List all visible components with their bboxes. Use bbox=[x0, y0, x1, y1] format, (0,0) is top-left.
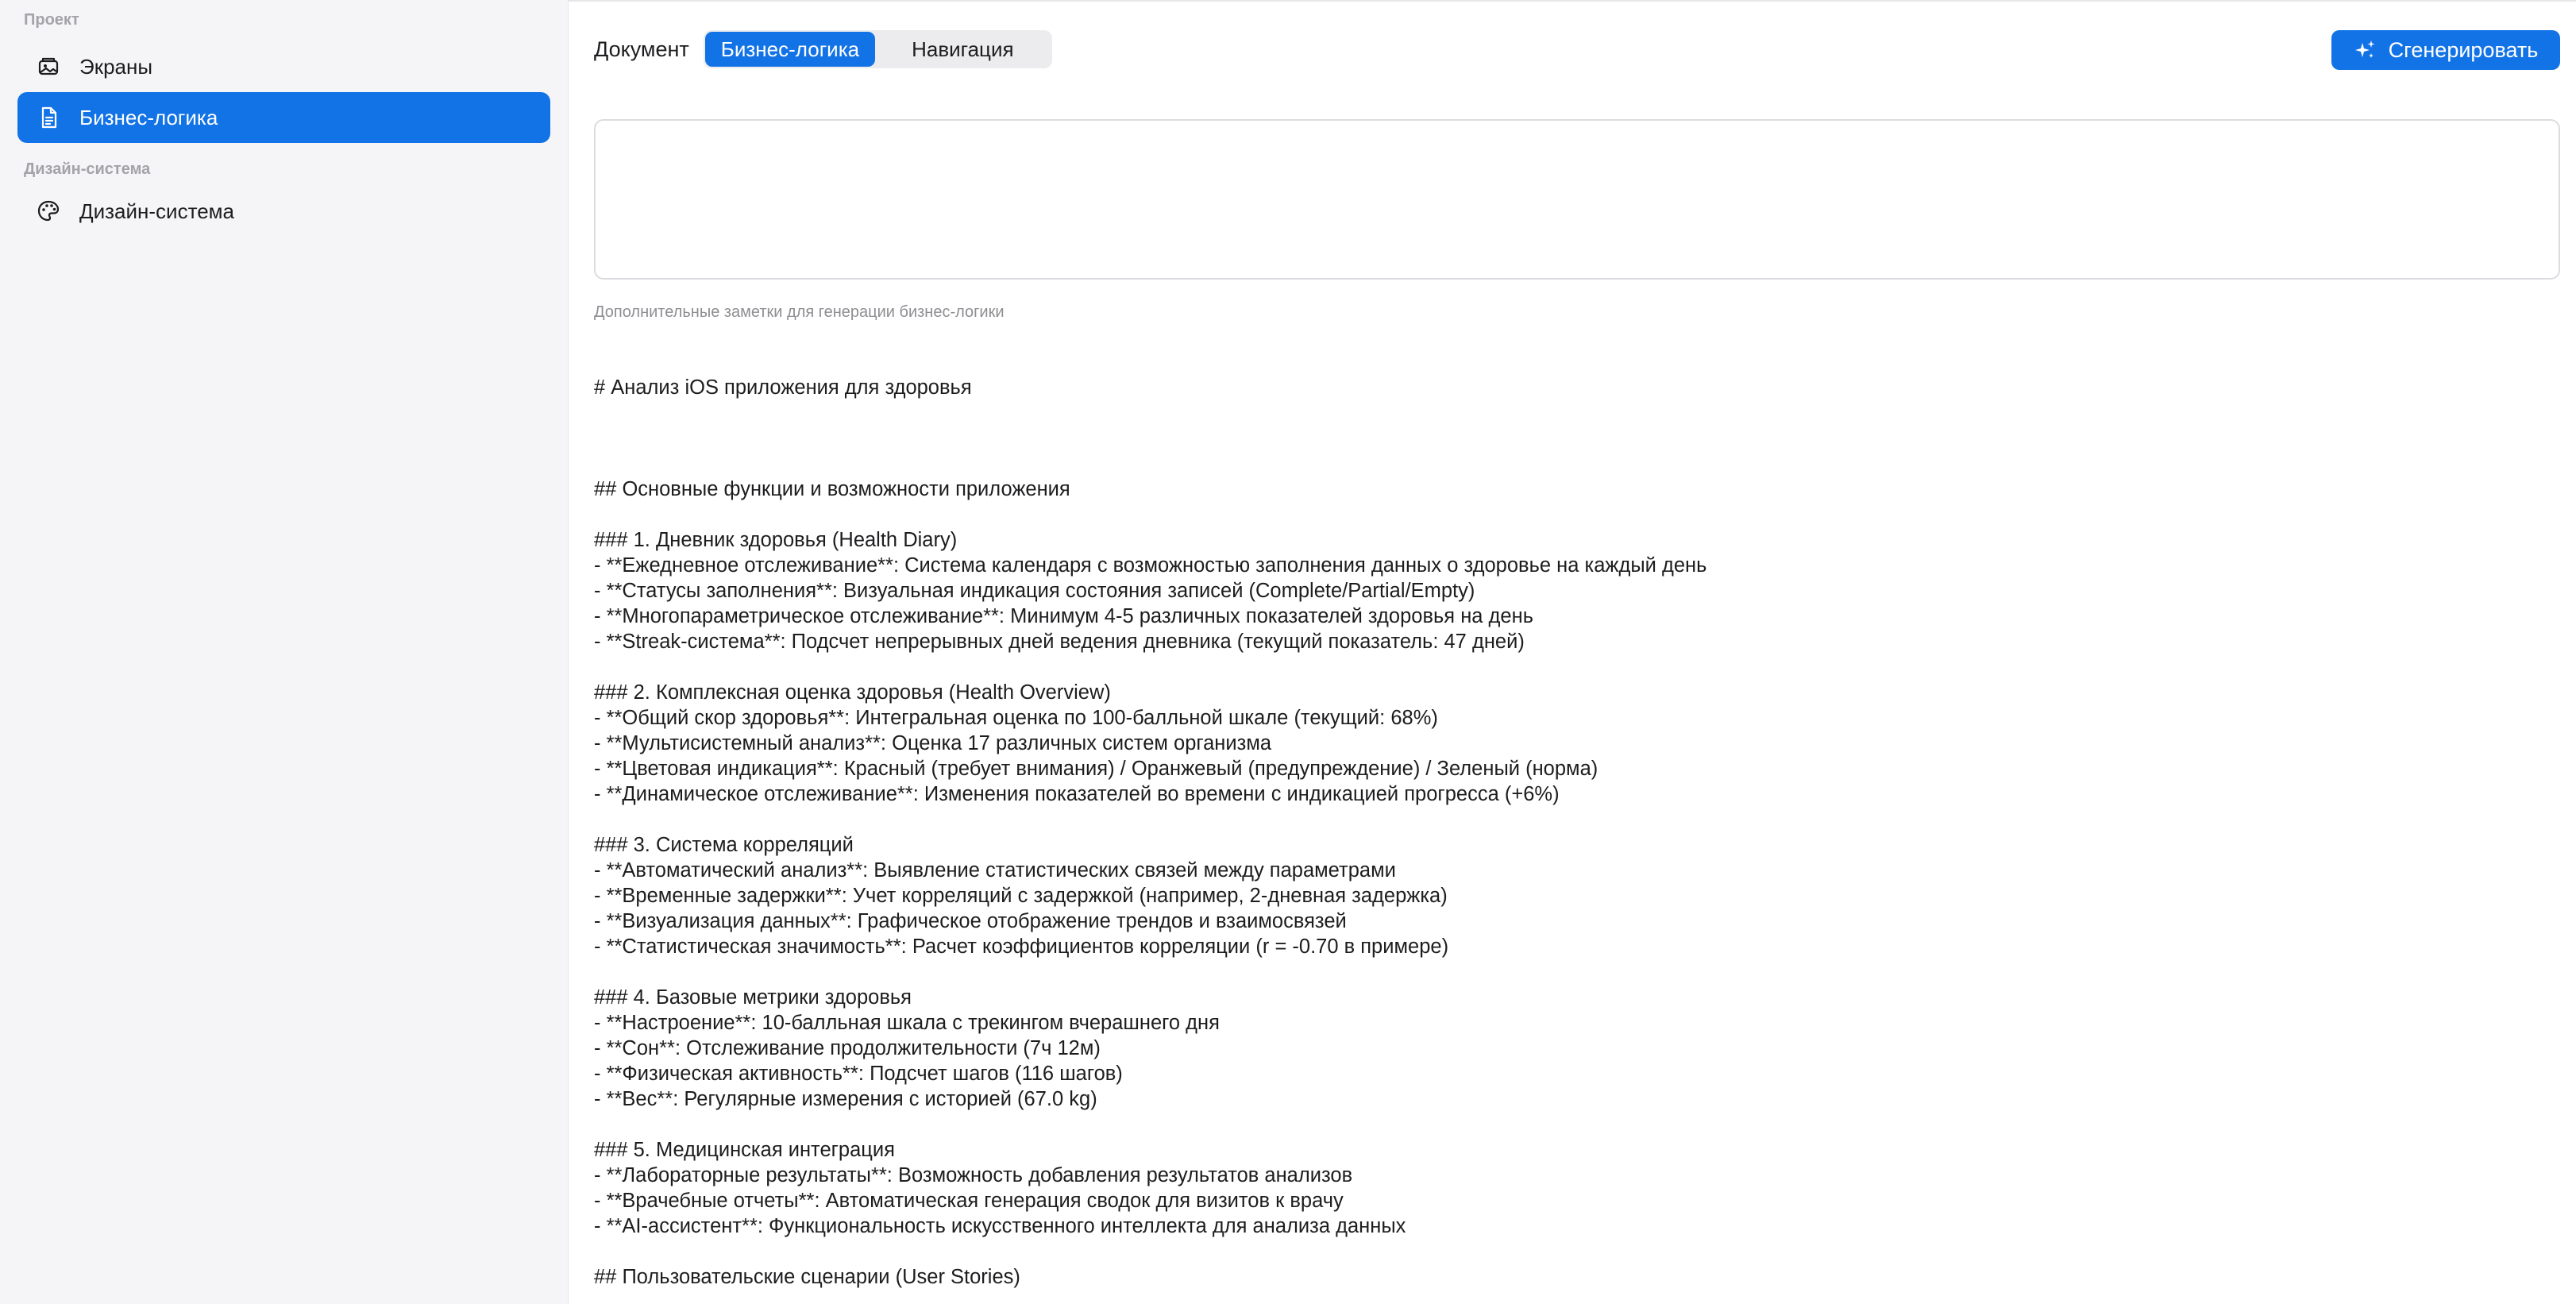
document-line: - **Многопараметрическое отслеживание**:… bbox=[594, 605, 1533, 627]
document-line: - **Физическая активность**: Подсчет шаг… bbox=[594, 1063, 1123, 1085]
palette-icon bbox=[35, 198, 62, 225]
document-line: - **Общий скор здоровья**: Интегральная … bbox=[594, 707, 1438, 729]
sidebar-section-design: Дизайн-система bbox=[24, 160, 151, 178]
document-line: - **Автоматический анализ**: Выявление с… bbox=[594, 859, 1396, 882]
document-line: - **Динамическое отслеживание**: Изменен… bbox=[594, 783, 1560, 805]
sparkles-icon bbox=[2354, 38, 2377, 62]
document-line: ### 1. Дневник здоровья (Health Diary) bbox=[594, 529, 958, 551]
sidebar-item-label: Бизнес-логика bbox=[79, 105, 218, 129]
tab-navigation[interactable]: Навигация bbox=[875, 32, 1050, 67]
document-line: - **Мультисистемный анализ**: Оценка 17 … bbox=[594, 732, 1272, 754]
document-line: ### 2. Комплексная оценка здоровья (Heal… bbox=[594, 681, 1111, 704]
document-line: - **Streak-система**: Подсчет непрерывны… bbox=[594, 631, 1525, 653]
document-tabs: Бизнес-логика Навигация bbox=[703, 30, 1052, 68]
document-line: - **Вес**: Регулярные измерения с истори… bbox=[594, 1088, 1097, 1110]
sidebar-item-screens[interactable]: Экраны bbox=[17, 41, 550, 92]
document-line: - **Лабораторные результаты**: Возможнос… bbox=[594, 1164, 1353, 1186]
document-line: ### 3. Система корреляций bbox=[594, 834, 854, 856]
sidebar: Проект Экраны Бизнес-логика Дизайн-систе… bbox=[0, 0, 569, 1304]
screens-icon bbox=[35, 53, 62, 80]
sidebar-item-design-system[interactable]: Дизайн-система bbox=[17, 186, 550, 237]
document-line: ## Пользовательские сценарии (User Stori… bbox=[594, 1266, 1020, 1288]
tab-business-logic[interactable]: Бизнес-логика bbox=[704, 32, 876, 67]
main-content: Документ Бизнес-логика Навигация Сгенери… bbox=[569, 0, 2576, 1304]
document-line: ## Основные функции и возможности прилож… bbox=[594, 478, 1070, 500]
document-body[interactable]: # Анализ iOS приложения для здоровья ## О… bbox=[594, 375, 2576, 1290]
document-line: - **Статусы заполнения**: Визуальная инд… bbox=[594, 580, 1475, 602]
sidebar-item-business-logic[interactable]: Бизнес-логика bbox=[17, 92, 550, 143]
generate-button[interactable]: Сгенерировать bbox=[2331, 30, 2560, 70]
document-line: - **Цветовая индикация**: Красный (требу… bbox=[594, 758, 1598, 780]
sidebar-item-label: Экраны bbox=[79, 54, 153, 79]
document-line: - **Врачебные отчеты**: Автоматическая г… bbox=[594, 1190, 1344, 1212]
document-line: - **Временные задержки**: Учет корреляци… bbox=[594, 885, 1448, 907]
toolbar: Документ Бизнес-логика Навигация bbox=[594, 30, 1052, 68]
app-window: Проект Экраны Бизнес-логика Дизайн-систе… bbox=[0, 0, 2576, 1304]
document-line: - **Визуализация данных**: Графическое о… bbox=[594, 910, 1347, 932]
document-icon bbox=[35, 104, 62, 131]
generate-button-label: Сгенерировать bbox=[2388, 37, 2539, 62]
document-line: ### 5. Медицинская интеграция bbox=[594, 1139, 895, 1161]
document-line: - **Настроение**: 10-балльная шкала с тр… bbox=[594, 1012, 1220, 1034]
sidebar-section-project: Проект bbox=[24, 11, 79, 29]
sidebar-item-label: Дизайн-система bbox=[79, 199, 234, 223]
document-line: # Анализ iOS приложения для здоровья bbox=[594, 376, 972, 399]
document-line: ### 4. Базовые метрики здоровья bbox=[594, 986, 912, 1009]
notes-textarea[interactable] bbox=[594, 119, 2560, 280]
document-line: - **Статистическая значимость**: Расчет … bbox=[594, 936, 1449, 958]
notes-hint: Дополнительные заметки для генерации биз… bbox=[594, 303, 1005, 321]
document-line: - **Ежедневное отслеживание**: Система к… bbox=[594, 554, 1707, 577]
document-line: - **Сон**: Отслеживание продолжительност… bbox=[594, 1037, 1101, 1059]
document-label: Документ bbox=[594, 37, 689, 61]
document-line: - **AI-ассистент**: Функциональность иск… bbox=[594, 1215, 1406, 1237]
